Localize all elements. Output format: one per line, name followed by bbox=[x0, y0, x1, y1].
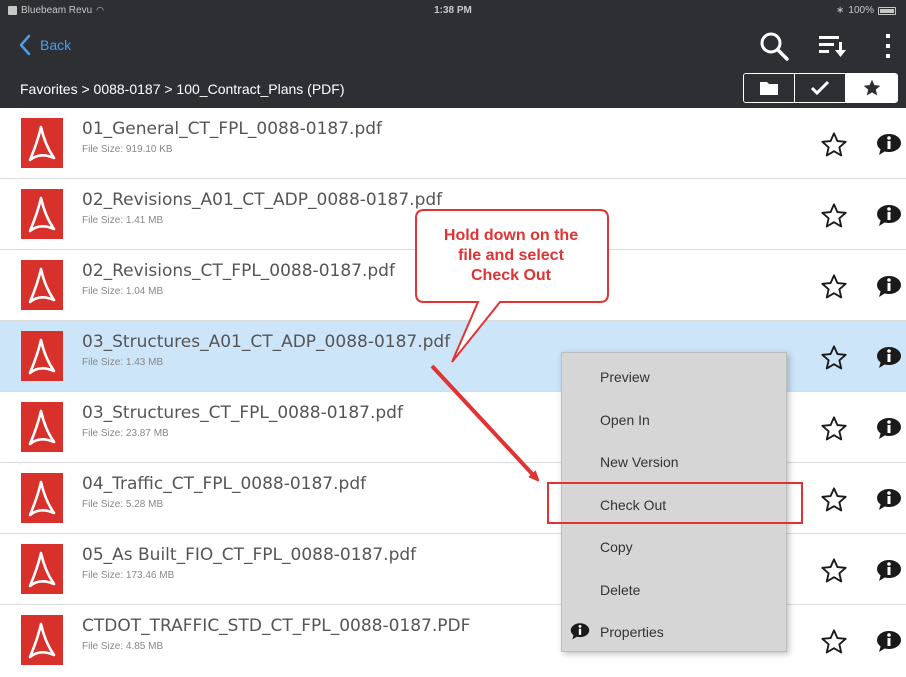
nav-bar: Back bbox=[0, 22, 906, 70]
file-row[interactable]: 02_Revisions_A01_CT_ADP_0088-0187.pdf Fi… bbox=[0, 179, 906, 250]
file-row[interactable]: 01_General_CT_FPL_0088-0187.pdf File Siz… bbox=[0, 108, 906, 179]
file-name: 03_Structures_A01_CT_ADP_0088-0187.pdf bbox=[82, 332, 451, 352]
menu-item-label: Copy bbox=[600, 539, 633, 555]
info-icon[interactable] bbox=[876, 204, 902, 226]
file-size: File Size: 1.04 MB bbox=[82, 286, 164, 297]
info-icon[interactable] bbox=[876, 417, 902, 439]
pdf-file-icon bbox=[21, 331, 63, 381]
favorites-view-button[interactable] bbox=[846, 74, 897, 102]
menu-item-label: Check Out bbox=[600, 497, 667, 513]
breadcrumb[interactable]: Favorites > 0088-0187 > 100_Contract_Pla… bbox=[20, 81, 345, 97]
check-icon bbox=[810, 80, 830, 96]
file-name: 02_Revisions_CT_FPL_0088-0187.pdf bbox=[82, 261, 395, 281]
folder-view-button[interactable] bbox=[744, 74, 795, 102]
sort-icon bbox=[819, 36, 846, 57]
pdf-file-icon bbox=[21, 260, 63, 310]
info-icon[interactable] bbox=[876, 488, 902, 510]
file-size: File Size: 23.87 MB bbox=[82, 428, 169, 439]
file-name: 01_General_CT_FPL_0088-0187.pdf bbox=[82, 119, 383, 139]
menu-item-label: Delete bbox=[600, 582, 641, 598]
battery-icon bbox=[878, 6, 896, 15]
status-time: 1:38 PM bbox=[434, 5, 472, 16]
menu-item-delete[interactable]: Delete bbox=[562, 568, 788, 610]
menu-item-label: Preview bbox=[600, 369, 650, 385]
info-icon[interactable] bbox=[876, 559, 902, 581]
file-name: 04_Traffic_CT_FPL_0088-0187.pdf bbox=[82, 474, 367, 494]
pdf-file-icon bbox=[21, 615, 63, 665]
context-menu: Preview Open In New Version Check Out Co… bbox=[561, 352, 787, 652]
favorite-star-icon[interactable] bbox=[820, 344, 848, 372]
menu-item-label: Properties bbox=[600, 624, 664, 640]
menu-item-new-version[interactable]: New Version bbox=[562, 440, 788, 482]
search-button[interactable] bbox=[756, 28, 792, 64]
favorite-star-icon[interactable] bbox=[820, 273, 848, 301]
file-size: File Size: 173.46 MB bbox=[82, 570, 175, 581]
info-icon bbox=[570, 623, 590, 640]
breadcrumb-bar: Favorites > 0088-0187 > 100_Contract_Pla… bbox=[0, 70, 906, 108]
file-name: 05_As Built_FIO_CT_FPL_0088-0187.pdf bbox=[82, 545, 417, 565]
file-row[interactable]: 02_Revisions_CT_FPL_0088-0187.pdf File S… bbox=[0, 250, 906, 321]
pdf-file-icon bbox=[21, 544, 63, 594]
menu-item-check-out[interactable]: Check Out bbox=[562, 483, 788, 525]
favorite-star-icon[interactable] bbox=[820, 628, 848, 656]
file-size: File Size: 1.43 MB bbox=[82, 357, 164, 368]
menu-item-label: Open In bbox=[600, 412, 650, 428]
view-toggle bbox=[743, 73, 898, 103]
file-name: CTDOT_TRAFFIC_STD_CT_FPL_0088-0187.PDF bbox=[82, 616, 471, 636]
folder-icon bbox=[760, 82, 778, 95]
menu-item-open-in[interactable]: Open In bbox=[562, 398, 788, 440]
menu-item-label: New Version bbox=[600, 454, 679, 470]
battery-percent: 100% bbox=[848, 5, 874, 16]
pdf-file-icon bbox=[21, 118, 63, 168]
checked-out-view-button[interactable] bbox=[795, 74, 846, 102]
info-icon[interactable] bbox=[876, 133, 902, 155]
menu-item-properties[interactable]: Properties bbox=[562, 610, 788, 652]
file-size: File Size: 919.10 KB bbox=[82, 144, 173, 155]
back-button[interactable]: Back bbox=[18, 34, 71, 56]
file-size: File Size: 4.85 MB bbox=[82, 641, 164, 652]
status-bar: Bluebeam Revu ◠ 1:38 PM ∗ 100% bbox=[0, 0, 906, 22]
file-name: 03_Structures_CT_FPL_0088-0187.pdf bbox=[82, 403, 403, 423]
more-button[interactable] bbox=[870, 28, 906, 64]
favorite-star-icon[interactable] bbox=[820, 557, 848, 585]
favorite-star-icon[interactable] bbox=[820, 486, 848, 514]
more-vertical-icon bbox=[886, 34, 890, 58]
status-right: ∗ 100% bbox=[836, 5, 896, 16]
pdf-file-icon bbox=[21, 402, 63, 452]
file-size: File Size: 1.41 MB bbox=[82, 215, 164, 226]
info-icon[interactable] bbox=[876, 346, 902, 368]
bluetooth-icon: ∗ bbox=[836, 5, 845, 16]
pdf-file-icon bbox=[21, 189, 63, 239]
sort-button[interactable] bbox=[814, 28, 850, 64]
menu-item-preview[interactable]: Preview bbox=[562, 355, 788, 397]
search-icon bbox=[760, 32, 789, 61]
back-label: Back bbox=[40, 37, 72, 53]
favorite-star-icon[interactable] bbox=[820, 202, 848, 230]
favorite-star-icon[interactable] bbox=[820, 131, 848, 159]
chevron-left-icon bbox=[19, 34, 31, 56]
star-icon bbox=[863, 79, 880, 96]
favorite-star-icon[interactable] bbox=[820, 415, 848, 443]
info-icon[interactable] bbox=[876, 630, 902, 652]
menu-item-copy[interactable]: Copy bbox=[562, 525, 788, 567]
info-icon[interactable] bbox=[876, 275, 902, 297]
file-size: File Size: 5.28 MB bbox=[82, 499, 164, 510]
pdf-file-icon bbox=[21, 473, 63, 523]
file-name: 02_Revisions_A01_CT_ADP_0088-0187.pdf bbox=[82, 190, 443, 210]
